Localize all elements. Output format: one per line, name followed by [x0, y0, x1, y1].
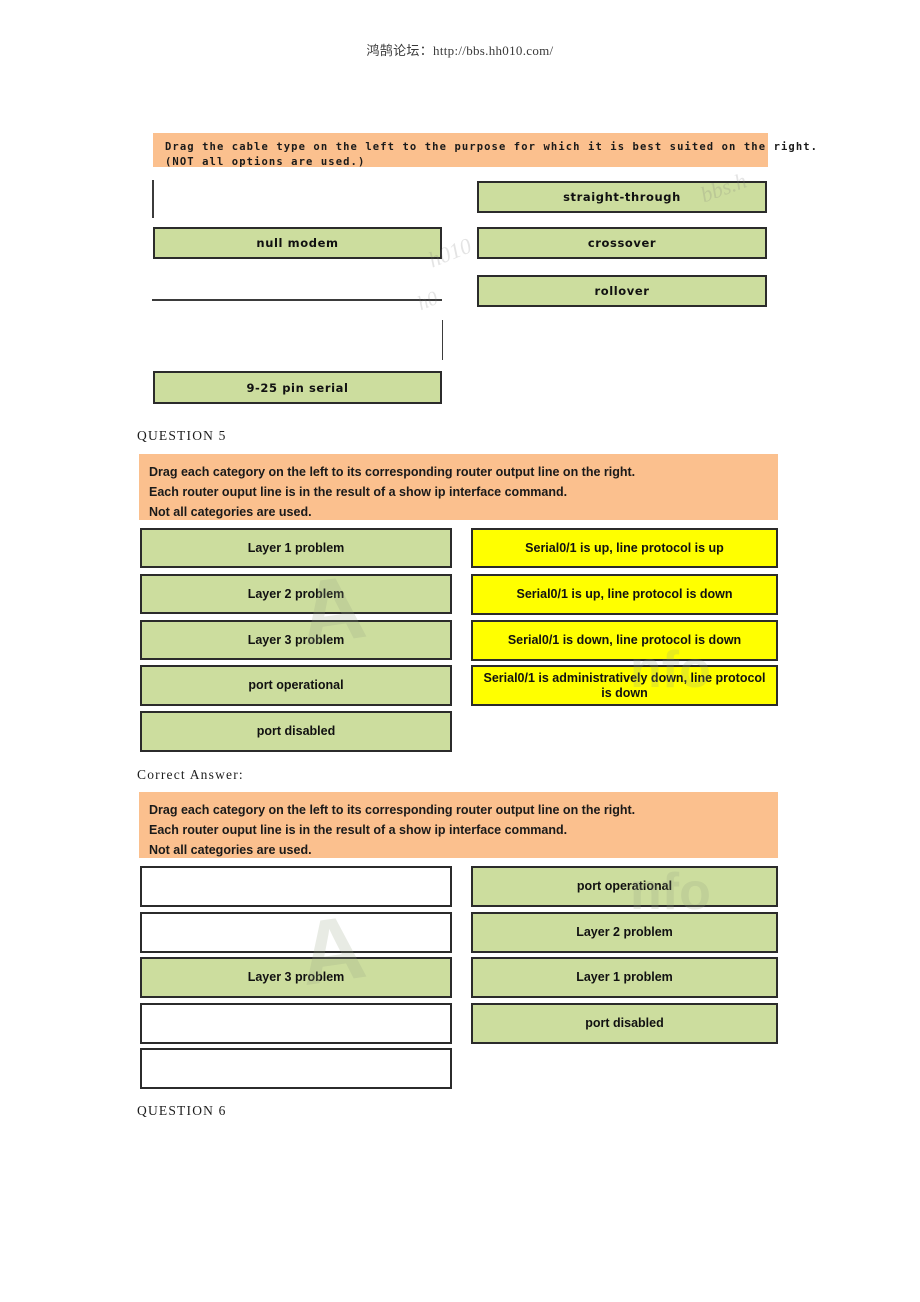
category-port-disabled[interactable]: port disabled — [140, 711, 452, 752]
answer-right-slot-2[interactable]: Layer 2 problem — [471, 912, 778, 953]
instruction-line-2: Each router ouput line is in the result … — [149, 485, 568, 499]
instruction-line-2: (NOT all options are used.) — [165, 156, 366, 168]
cable-exercise-instruction: Drag the cable type on the left to the p… — [153, 133, 819, 168]
answer-right-label: Layer 2 problem — [576, 925, 673, 939]
category-label: port disabled — [256, 724, 336, 738]
forum-watermark-header: 鸿鹄论坛：http://bbs.hh010.com/ — [366, 43, 554, 58]
category-layer-3-problem[interactable]: Layer 3 problem — [140, 620, 452, 660]
router-output-label: Serial0/1 is up, line protocol is up — [525, 540, 724, 555]
answer-right-label: port disabled — [585, 1016, 664, 1030]
answer-right-slot-4[interactable]: port disabled — [471, 1003, 778, 1044]
cable-item-label: null modem — [256, 236, 339, 250]
correct-answer-instruction: Drag each category on the left to its co… — [139, 792, 778, 858]
cable-purpose-crossover[interactable]: crossover — [477, 227, 767, 259]
answer-right-slot-1[interactable]: port operational — [471, 866, 778, 907]
router-output-line-1[interactable]: Serial0/1 is up, line protocol is up — [471, 528, 778, 568]
answer-right-label: port operational — [576, 879, 673, 893]
router-output-line-2[interactable]: Serial0/1 is up, line protocol is down — [471, 574, 778, 615]
instruction-line-2: Each router ouput line is in the result … — [149, 823, 568, 837]
cable-purpose-rollover[interactable]: rollover — [477, 275, 767, 307]
cable-item-label: 9-25 pin serial — [246, 380, 349, 395]
category-layer-2-problem[interactable]: Layer 2 problem — [140, 574, 452, 614]
category-layer-1-problem[interactable]: Layer 1 problem — [140, 528, 452, 568]
cable-purpose-straight-through[interactable]: straight-through — [477, 181, 767, 213]
router-output-line-4[interactable]: Serial0/1 is administratively down, line… — [471, 665, 778, 706]
question-6-heading: QUESTION 6 — [137, 1103, 227, 1118]
instruction-line-3: Not all categories are used. — [149, 843, 312, 857]
category-label: port operational — [248, 678, 344, 692]
answer-left-slot-2[interactable] — [140, 912, 452, 953]
router-output-label: Serial0/1 is up, line protocol is down — [516, 587, 733, 601]
router-output-label: Serial0/1 is down, line protocol is down — [507, 633, 742, 647]
instruction-line-1: Drag each category on the left to its co… — [149, 465, 636, 479]
answer-right-label: Layer 1 problem — [576, 970, 673, 984]
answer-left-slot-3[interactable]: Layer 3 problem — [140, 957, 452, 998]
category-port-operational[interactable]: port operational — [140, 665, 452, 706]
cable-item-9-25-pin-serial[interactable]: 9-25 pin serial — [153, 371, 442, 404]
correct-answer-heading: Correct Answer: — [137, 767, 244, 782]
cable-purpose-label: rollover — [594, 284, 650, 298]
router-output-line-3[interactable]: Serial0/1 is down, line protocol is down — [471, 620, 778, 661]
question-5-instruction: Drag each category on the left to its co… — [139, 454, 778, 520]
cable-drop-target-3[interactable] — [152, 263, 442, 301]
cable-drop-target-4[interactable] — [152, 320, 443, 360]
answer-left-slot-4[interactable] — [140, 1003, 452, 1044]
category-label: Layer 2 problem — [247, 586, 345, 601]
instruction-line-3: Not all categories are used. — [149, 505, 312, 519]
cable-purpose-label: straight-through — [563, 190, 681, 204]
question-5-heading: QUESTION 5 — [137, 428, 227, 443]
cable-purpose-label: crossover — [587, 236, 657, 250]
category-label: Layer 1 problem — [247, 540, 345, 555]
category-label: Layer 3 problem — [247, 632, 345, 647]
instruction-line-1: Drag each category on the left to its co… — [149, 803, 636, 817]
instruction-line-1: Drag the cable type on the left to the p… — [165, 141, 819, 153]
answer-left-label: Layer 3 problem — [247, 970, 345, 984]
answer-left-slot-1[interactable] — [140, 866, 452, 907]
answer-left-slot-5[interactable] — [140, 1048, 452, 1089]
router-output-label: Serial0/1 is administratively down, line… — [483, 670, 766, 700]
cable-item-null-modem[interactable]: null modem — [153, 227, 442, 259]
answer-right-slot-3[interactable]: Layer 1 problem — [471, 957, 778, 998]
cable-drop-target-1[interactable] — [152, 180, 446, 218]
